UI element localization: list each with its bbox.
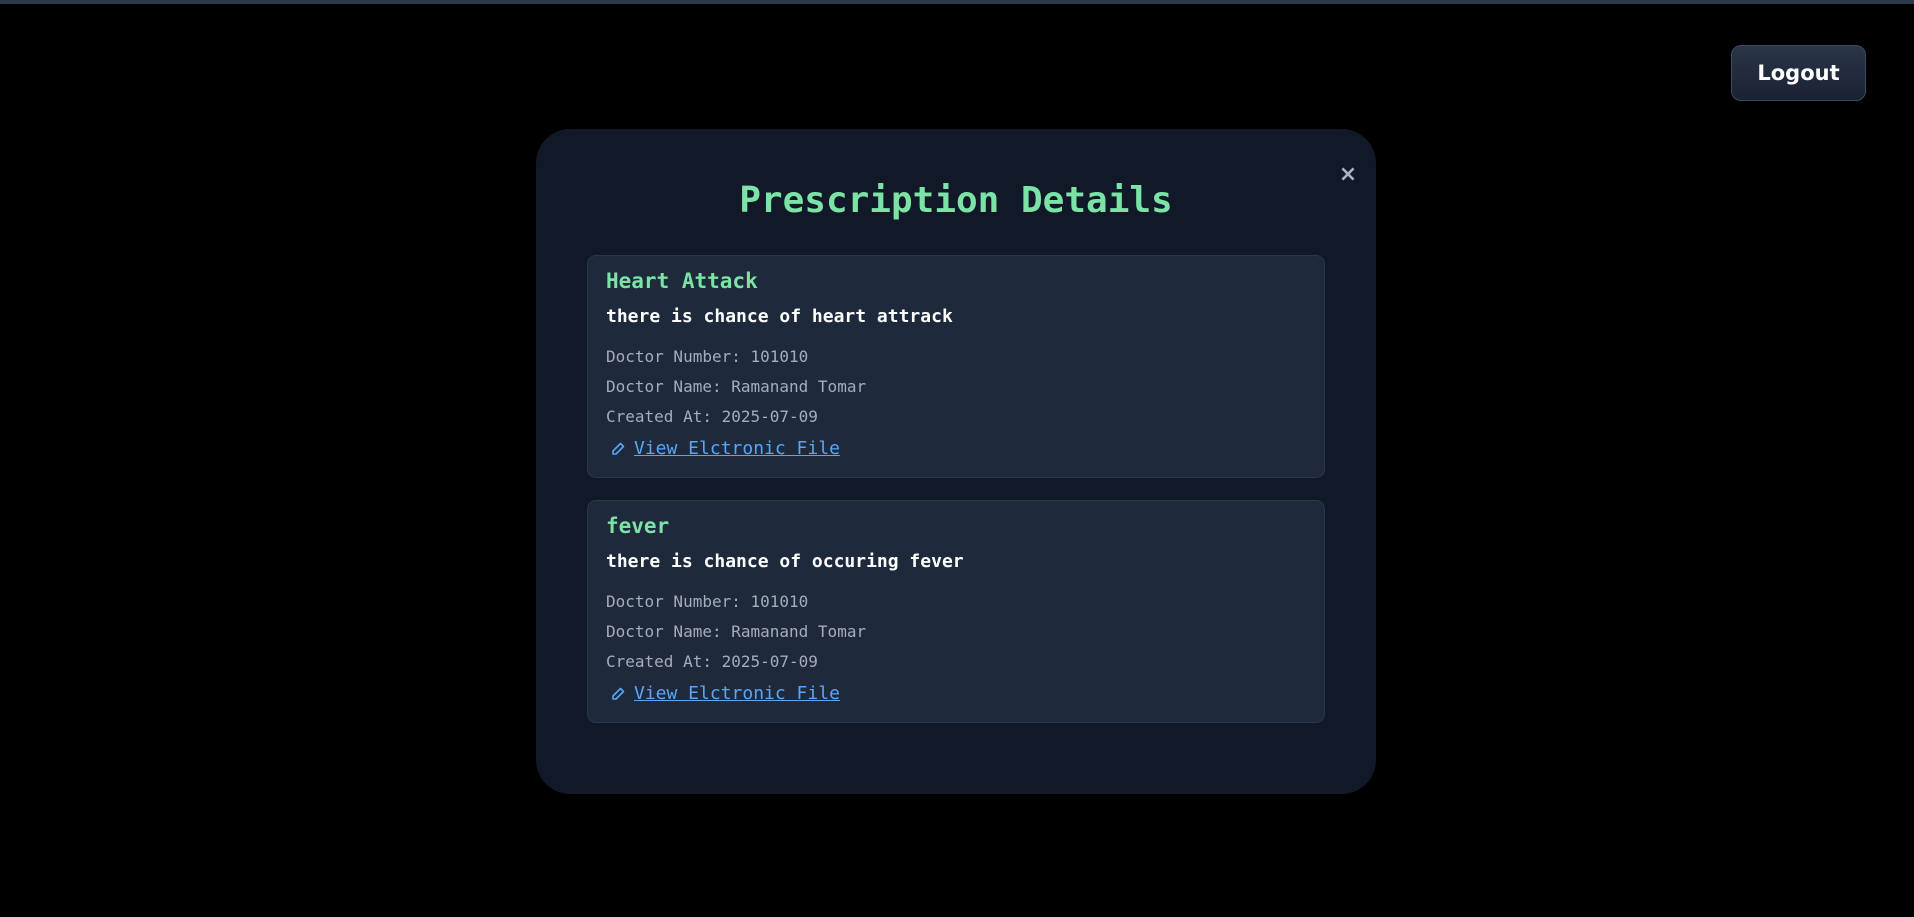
prescription-description: there is chance of occuring fever xyxy=(606,551,964,572)
prescription-card: Heart Attack there is chance of heart at… xyxy=(587,255,1325,478)
doctor-number: Doctor Number: 101010 xyxy=(606,347,809,366)
prescription-title: fever xyxy=(606,514,670,538)
paperclip-icon xyxy=(612,687,625,700)
created-at: Created At: 2025-07-09 xyxy=(606,407,818,426)
prescription-title: Heart Attack xyxy=(606,269,758,293)
view-electronic-file-link[interactable]: View Elctronic File xyxy=(610,436,840,462)
logout-button[interactable]: Logout xyxy=(1731,45,1866,101)
file-link-label[interactable]: View Elctronic File xyxy=(634,681,840,707)
top-border xyxy=(0,0,1914,4)
created-at: Created At: 2025-07-09 xyxy=(606,652,818,671)
view-electronic-file-link[interactable]: View Elctronic File xyxy=(610,681,840,707)
prescription-card: fever there is chance of occuring fever … xyxy=(587,500,1325,723)
file-link-label[interactable]: View Elctronic File xyxy=(634,436,840,462)
doctor-name: Doctor Name: Ramanand Tomar xyxy=(606,377,867,396)
modal-title: Prescription Details xyxy=(739,180,1173,221)
paperclip-icon xyxy=(612,442,625,455)
doctor-number: Doctor Number: 101010 xyxy=(606,592,809,611)
prescription-description: there is chance of heart attrack xyxy=(606,306,953,327)
doctor-name: Doctor Name: Ramanand Tomar xyxy=(606,622,867,641)
